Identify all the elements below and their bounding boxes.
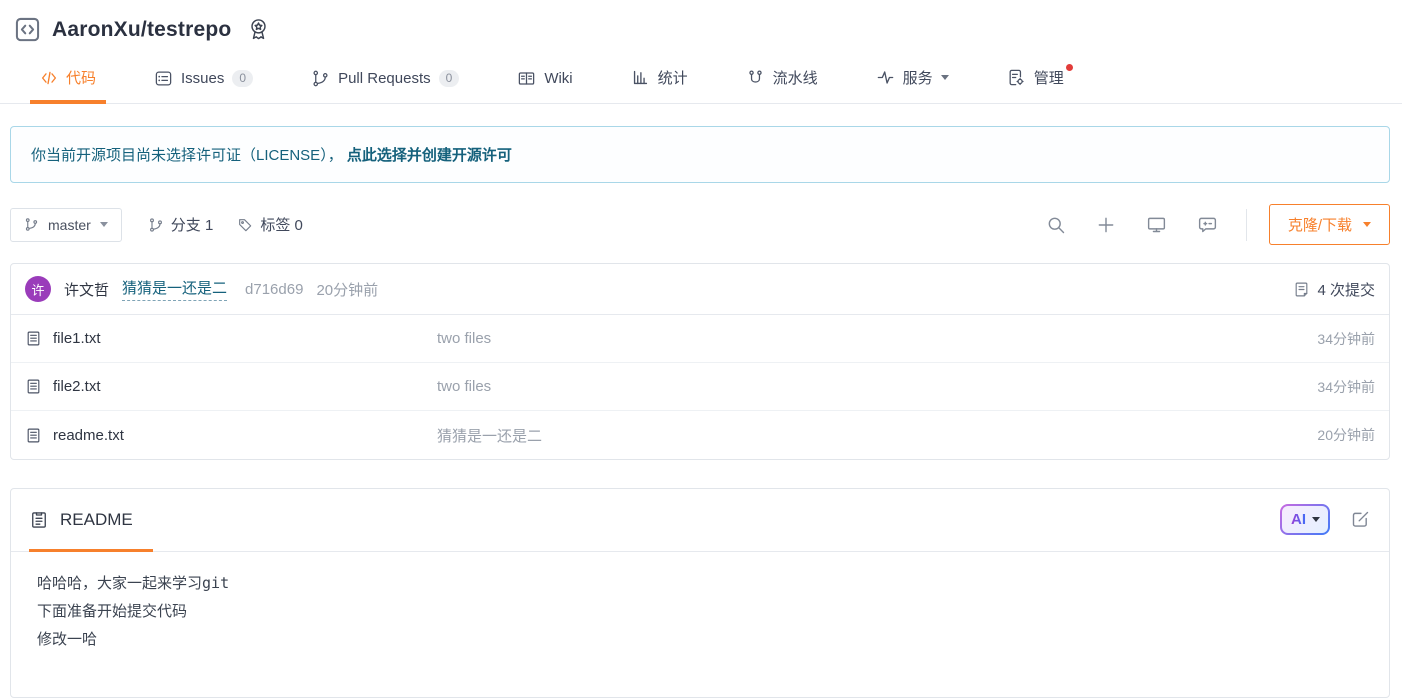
- readme-header: README AI: [11, 489, 1389, 552]
- tab-issues[interactable]: Issues 0: [152, 63, 255, 103]
- file-commit-time: 20分钟前: [1317, 425, 1375, 445]
- tab-code[interactable]: 代码: [38, 61, 98, 103]
- create-license-link[interactable]: 点此选择并创建开源许可: [347, 147, 512, 164]
- file-name: file2.txt: [53, 378, 101, 395]
- file-commit-message[interactable]: two files: [437, 378, 1317, 395]
- tags-label: 标签 0: [260, 214, 303, 235]
- pull-request-icon: [311, 69, 330, 88]
- notification-dot: [1066, 64, 1073, 71]
- tag-icon: [237, 217, 253, 233]
- commit-sha[interactable]: d716d69: [245, 281, 303, 298]
- file-name-cell[interactable]: readme.txt: [25, 427, 437, 444]
- file-row[interactable]: readme.txt 猜猜是一还是二 20分钟前: [11, 411, 1389, 459]
- file-icon: [25, 330, 42, 347]
- commits-count-label: 4 次提交: [1317, 279, 1375, 300]
- wiki-icon: [517, 69, 536, 88]
- file-icon: [25, 427, 42, 444]
- clone-download-label: 克隆/下载: [1288, 214, 1352, 235]
- repo-title: AaronXu/testrepo: [52, 18, 231, 42]
- readme-line: 下面准备开始提交代码: [37, 598, 1363, 626]
- file-commit-message[interactable]: 猜猜是一还是二: [437, 425, 1317, 446]
- tab-label: Issues: [181, 70, 224, 87]
- stats-icon: [631, 68, 650, 87]
- web-ide-icon[interactable]: [1146, 214, 1167, 235]
- tab-manage[interactable]: 管理: [1005, 61, 1066, 103]
- toolbar-right: 克隆/下载: [1016, 204, 1390, 245]
- file-icon: [25, 378, 42, 395]
- pipeline-icon: [746, 68, 765, 87]
- manage-icon: [1007, 68, 1026, 87]
- current-branch: master: [48, 217, 91, 233]
- service-icon: [876, 68, 895, 87]
- chevron-down-icon: [1312, 517, 1320, 522]
- commits-icon: [1293, 281, 1310, 298]
- chevron-down-icon: [100, 222, 108, 227]
- branch-icon: [24, 217, 39, 232]
- commits-count-link[interactable]: 4 次提交: [1293, 279, 1375, 300]
- branches-link[interactable]: 分支 1: [148, 214, 214, 235]
- commit-author[interactable]: 许文哲: [64, 279, 109, 300]
- tab-services[interactable]: 服务: [874, 61, 951, 103]
- readme-panel: README AI 哈哈哈，大家一起来学习git 下面准备开始提交代码 修改一哈: [10, 488, 1390, 698]
- file-commit-time: 34分钟前: [1317, 329, 1375, 349]
- plus-icon[interactable]: [1096, 215, 1116, 235]
- readme-line: 哈哈哈，大家一起来学习git: [37, 570, 1363, 598]
- commit-time: 20分钟前: [316, 279, 378, 300]
- branch-stats: 分支 1 标签 0: [148, 214, 303, 235]
- file-name: file1.txt: [53, 330, 101, 347]
- toolbar-divider: [1246, 209, 1247, 241]
- tab-label: 流水线: [773, 67, 818, 88]
- tab-stats[interactable]: 统计: [629, 61, 690, 103]
- file-name: readme.txt: [53, 427, 124, 444]
- medal-icon[interactable]: [246, 17, 271, 42]
- tab-label: Wiki: [544, 70, 572, 87]
- issues-icon: [154, 69, 173, 88]
- readme-tab[interactable]: README: [29, 510, 133, 530]
- pr-count-badge: 0: [439, 70, 460, 87]
- file-row[interactable]: file1.txt two files 34分钟前: [11, 315, 1389, 363]
- tab-label: Pull Requests: [338, 70, 431, 87]
- tab-wiki[interactable]: Wiki: [515, 63, 574, 103]
- code-icon: [40, 69, 58, 87]
- issues-count-badge: 0: [232, 70, 253, 87]
- repo-icon: [14, 16, 41, 43]
- clone-download-button[interactable]: 克隆/下载: [1269, 204, 1390, 245]
- repo-header: AaronXu/testrepo: [0, 0, 1402, 53]
- repo-tabbar: 代码 Issues 0 Pull Requests 0: [0, 53, 1402, 104]
- branch-toolbar: master 分支 1 标签 0: [10, 204, 1390, 245]
- files-panel: 许 许文哲 猜猜是一还是二 d716d69 20分钟前 4 次提交 file1.…: [10, 263, 1390, 460]
- feedback-icon[interactable]: [1197, 214, 1218, 235]
- edit-icon[interactable]: [1350, 509, 1371, 530]
- commit-message-link[interactable]: 猜猜是一还是二: [122, 277, 227, 301]
- file-row[interactable]: file2.txt two files 34分钟前: [11, 363, 1389, 411]
- tab-label: 管理: [1034, 67, 1064, 88]
- license-banner: 你当前开源项目尚未选择许可证（LICENSE）， 点此选择并创建开源许可: [10, 126, 1390, 183]
- tab-label: 统计: [658, 67, 688, 88]
- readme-actions: AI: [1280, 504, 1371, 535]
- branches-label: 分支 1: [171, 214, 214, 235]
- branch-selector[interactable]: master: [10, 208, 122, 242]
- tab-label: 服务: [903, 67, 933, 88]
- tags-link[interactable]: 标签 0: [237, 214, 303, 235]
- chevron-down-icon: [941, 75, 949, 80]
- chevron-down-icon: [1363, 222, 1371, 227]
- ai-assistant-button[interactable]: AI: [1280, 504, 1330, 535]
- branch-icon: [148, 217, 164, 233]
- readme-icon: [29, 510, 49, 530]
- file-name-cell[interactable]: file1.txt: [25, 330, 437, 347]
- tab-pipeline[interactable]: 流水线: [744, 61, 820, 103]
- file-name-cell[interactable]: file2.txt: [25, 378, 437, 395]
- readme-content: 哈哈哈，大家一起来学习git 下面准备开始提交代码 修改一哈: [11, 552, 1389, 697]
- tab-pull-requests[interactable]: Pull Requests 0: [309, 63, 461, 103]
- ai-label: AI: [1291, 511, 1306, 528]
- readme-title: README: [60, 510, 133, 530]
- tab-label: 代码: [66, 67, 96, 88]
- avatar[interactable]: 许: [25, 276, 51, 302]
- file-commit-time: 34分钟前: [1317, 377, 1375, 397]
- readme-line: 修改一哈: [37, 626, 1363, 654]
- search-icon[interactable]: [1046, 215, 1066, 235]
- file-commit-message[interactable]: two files: [437, 330, 1317, 347]
- latest-commit-bar: 许 许文哲 猜猜是一还是二 d716d69 20分钟前 4 次提交: [11, 264, 1389, 315]
- license-banner-text: 你当前开源项目尚未选择许可证（LICENSE），: [31, 147, 347, 164]
